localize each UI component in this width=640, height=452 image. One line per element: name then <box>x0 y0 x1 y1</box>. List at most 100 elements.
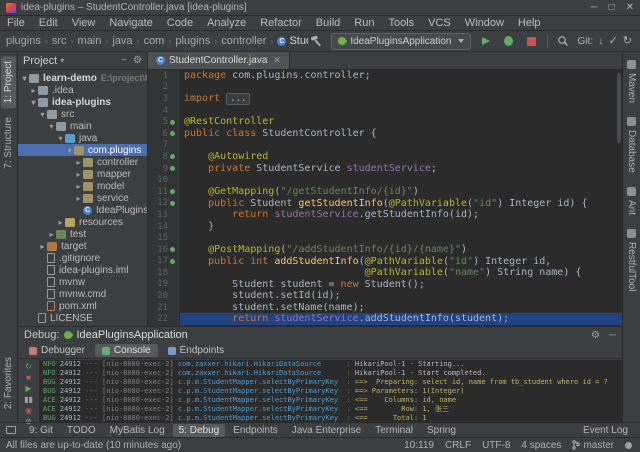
toolwindow-button-endpoints[interactable]: Endpoints <box>227 424 283 437</box>
spring-bean-marker[interactable] <box>168 257 176 265</box>
code-line[interactable]: student.setId(id); <box>180 290 622 302</box>
git-update-icon[interactable]: ↓ <box>598 36 604 47</box>
debug-button[interactable] <box>501 33 517 49</box>
indent-style[interactable]: 4 spaces <box>521 440 561 451</box>
tool-button-1-project[interactable]: 1: Project <box>1 56 16 108</box>
gutter-line[interactable]: 19 <box>148 279 178 291</box>
breadcrumb-item-java[interactable]: java <box>110 35 134 47</box>
debug-session-tab[interactable]: IdeaPluginsApplication <box>64 329 187 341</box>
tree-chevron-icon[interactable]: ▾ <box>29 98 38 107</box>
gutter-line[interactable]: 16 <box>148 244 178 256</box>
maximize-icon[interactable]: □ <box>609 3 615 13</box>
gutter-line[interactable]: 6 <box>148 128 178 140</box>
code-line[interactable]: @Autowired <box>180 151 622 163</box>
tree-chevron-icon[interactable]: ▸ <box>74 158 83 167</box>
tree-item-src[interactable]: ▾src <box>18 108 147 120</box>
code-line[interactable]: public class StudentController { <box>180 128 622 140</box>
code-line[interactable]: public Student getStudentInfo(@PathVaria… <box>180 198 622 210</box>
toolwindow-button-terminal[interactable]: Terminal <box>369 424 419 437</box>
folded-imports[interactable]: ... <box>226 93 250 105</box>
gutter-line[interactable]: 18 <box>148 267 178 279</box>
tab-close-icon[interactable]: ✕ <box>273 55 281 66</box>
tree-chevron-icon[interactable]: ▸ <box>47 230 56 239</box>
code-line[interactable]: @PathVariable("name") String name) { <box>180 267 622 279</box>
editor-gutter[interactable]: 12345678910111213141516171819202122 <box>148 70 179 326</box>
breadcrumb-item-studentcontroller[interactable]: CStudentController <box>275 35 308 47</box>
menu-tools[interactable]: Tools <box>381 16 421 30</box>
tree-item-learn-demo[interactable]: ▾learn-demoE:\project\learn-demo <box>18 72 147 84</box>
notifications-icon[interactable] <box>625 442 632 449</box>
editor-tab-studentcontroller[interactable]: C StudentController.java ✕ <box>148 52 290 69</box>
debug-tab-endpoints[interactable]: Endpoints <box>161 344 231 357</box>
spring-bean-marker[interactable] <box>168 165 176 173</box>
tree-item-test[interactable]: ▸test <box>18 228 147 240</box>
spring-bean-marker[interactable] <box>168 246 176 254</box>
code-line[interactable]: return studentService.getStudentInfo(id)… <box>180 209 622 221</box>
toolwindow-button-todo[interactable]: TODO <box>61 424 102 437</box>
gutter-line[interactable]: 8 <box>148 151 178 163</box>
git-commit-icon[interactable]: ✓ <box>609 36 618 47</box>
spring-bean-marker[interactable] <box>168 130 176 138</box>
toolwindow-button-9-git[interactable]: 9: Git <box>23 424 59 437</box>
settings-gear-icon[interactable]: ⚙ <box>591 330 600 341</box>
tree-chevron-icon[interactable]: ▸ <box>38 242 47 251</box>
breadcrumb-item-com[interactable]: com <box>142 35 167 47</box>
code-line[interactable]: @PostMapping("/addStudentInfo/{id}/{name… <box>180 244 622 256</box>
menu-window[interactable]: Window <box>458 16 511 30</box>
menu-view[interactable]: View <box>65 16 103 30</box>
toolwindow-button-event-log[interactable]: Event Log <box>577 424 634 437</box>
menu-vcs[interactable]: VCS <box>421 16 458 30</box>
debug-tab-console[interactable]: Console <box>95 344 158 357</box>
run-button[interactable] <box>478 33 494 49</box>
spring-bean-marker[interactable] <box>168 153 176 161</box>
tool-button-restfultool[interactable]: RestfulTool <box>626 229 637 291</box>
stop-button[interactable] <box>524 33 540 49</box>
tree-item-idea-plugins[interactable]: ▾idea-plugins <box>18 96 147 108</box>
search-everywhere-icon[interactable] <box>555 33 571 49</box>
code-line[interactable]: public int addStudentInfo(@PathVariable(… <box>180 256 622 268</box>
tree-item-resources[interactable]: ▸resources <box>18 216 147 228</box>
code-line[interactable] <box>180 105 622 117</box>
tree-item-main[interactable]: ▾main <box>18 120 147 132</box>
rerun-icon[interactable]: ↻ <box>21 362 37 372</box>
gutter-line[interactable]: 14 <box>148 221 178 233</box>
code-line[interactable]: Student student = new Student(); <box>180 279 622 291</box>
tree-chevron-icon[interactable]: ▾ <box>20 74 29 83</box>
tree-chevron-icon[interactable]: ▸ <box>56 218 65 227</box>
resume-icon[interactable]: ▶ <box>21 384 37 394</box>
gutter-line[interactable]: 20 <box>148 290 178 302</box>
code-line[interactable] <box>180 174 622 186</box>
breadcrumb-item-src[interactable]: src <box>50 35 69 47</box>
pause-icon[interactable]: ▮▮ <box>21 395 37 405</box>
code-line[interactable]: @RestController <box>180 116 622 128</box>
code-line[interactable]: private StudentService studentService; <box>180 163 622 175</box>
toolwindow-button-mybatis-log[interactable]: MyBatis Log <box>104 424 171 437</box>
tree-item-com-plugins[interactable]: ▾com.plugins <box>18 144 147 156</box>
debug-tab-debugger[interactable]: Debugger <box>22 344 92 357</box>
tree-chevron-icon[interactable]: ▸ <box>74 170 83 179</box>
view-breakpoints-icon[interactable]: ◉ <box>21 406 37 416</box>
tree-item-mvnw[interactable]: mvnw <box>18 276 147 288</box>
menu-file[interactable]: File <box>0 16 32 30</box>
gutter-line[interactable]: 1 <box>148 70 178 82</box>
spring-bean-marker[interactable] <box>168 199 176 207</box>
menu-build[interactable]: Build <box>309 16 347 30</box>
tool-button-database[interactable]: Database <box>626 117 637 173</box>
breadcrumb-item-plugins[interactable]: plugins <box>4 35 43 47</box>
menu-code[interactable]: Code <box>160 16 200 30</box>
caret-position[interactable]: 10:119 <box>404 440 434 451</box>
gutter-line[interactable]: 4 <box>148 105 178 117</box>
gutter-line[interactable]: 9 <box>148 163 178 175</box>
settings-gear-icon[interactable]: ⚙ <box>133 55 142 66</box>
tree-item-pom-xml[interactable]: pom.xml <box>18 300 147 312</box>
tree-chevron-icon[interactable]: ▸ <box>74 194 83 203</box>
git-revert-icon[interactable]: ↻ <box>623 36 632 47</box>
tree-item-idea[interactable]: ▸.idea <box>18 84 147 96</box>
toolwindow-button-5-debug[interactable]: 5: Debug <box>173 424 226 437</box>
code-editor[interactable]: 12345678910111213141516171819202122 pack… <box>148 70 622 326</box>
code-line[interactable]: import ... <box>180 93 622 105</box>
tree-chevron-icon[interactable]: ▾ <box>56 134 65 143</box>
tree-item-mapper[interactable]: ▸mapper <box>18 168 147 180</box>
tree-chevron-icon[interactable]: ▾ <box>65 146 74 155</box>
code-line[interactable] <box>180 140 622 152</box>
